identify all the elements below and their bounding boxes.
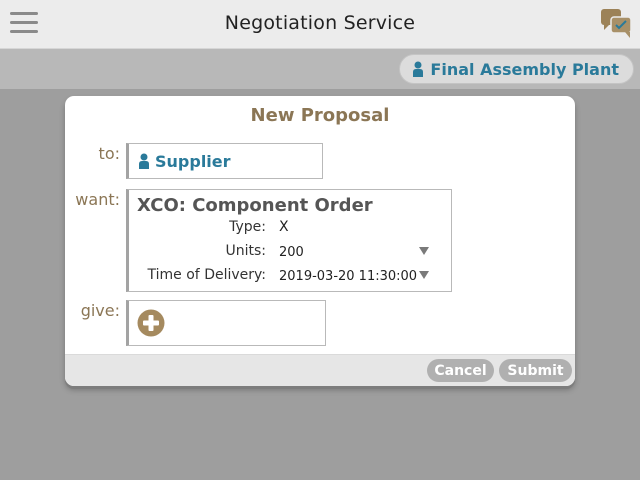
sub-header: Final Assembly Plant <box>0 49 640 89</box>
person-icon <box>139 153 149 169</box>
new-proposal-dialog: New Proposal to: Supplier want: XCO: Com… <box>65 96 575 386</box>
plus-circle-icon[interactable] <box>137 309 165 337</box>
dialog-title: New Proposal <box>250 105 390 126</box>
give-item-area <box>126 300 326 346</box>
units-label: Units: <box>225 243 266 259</box>
current-user-name: Final Assembly Plant <box>430 59 619 79</box>
units-value: 200 <box>279 245 304 260</box>
delivery-time-label: Time of Delivery: <box>147 267 266 283</box>
want-item-card: XCO: Component Order Type: X Units: 200 … <box>126 189 452 292</box>
app-title: Negotiation Service <box>224 12 416 34</box>
recipient-field[interactable]: Supplier <box>126 143 323 179</box>
type-value: X <box>279 219 289 235</box>
type-label: Type: <box>229 219 266 235</box>
dialog-footer: Cancel Submit <box>65 354 575 386</box>
to-label: to: <box>98 144 120 163</box>
current-user-chip[interactable]: Final Assembly Plant <box>399 54 634 84</box>
want-item-title: XCO: Component Order <box>137 195 373 216</box>
units-dropdown-arrow-icon[interactable] <box>419 247 429 255</box>
cancel-button[interactable]: Cancel <box>427 359 494 382</box>
give-label: give: <box>80 301 120 320</box>
delivery-dropdown-arrow-icon[interactable] <box>419 271 429 279</box>
recipient-name: Supplier <box>155 151 231 171</box>
want-label: want: <box>75 190 120 209</box>
person-icon <box>413 61 424 77</box>
delivery-time-value: 2019-03-20 11:30:00 <box>279 269 418 284</box>
chat-bubbles-icon[interactable] <box>600 8 632 40</box>
top-bar: Negotiation Service <box>0 0 640 49</box>
submit-button[interactable]: Submit <box>499 359 572 382</box>
